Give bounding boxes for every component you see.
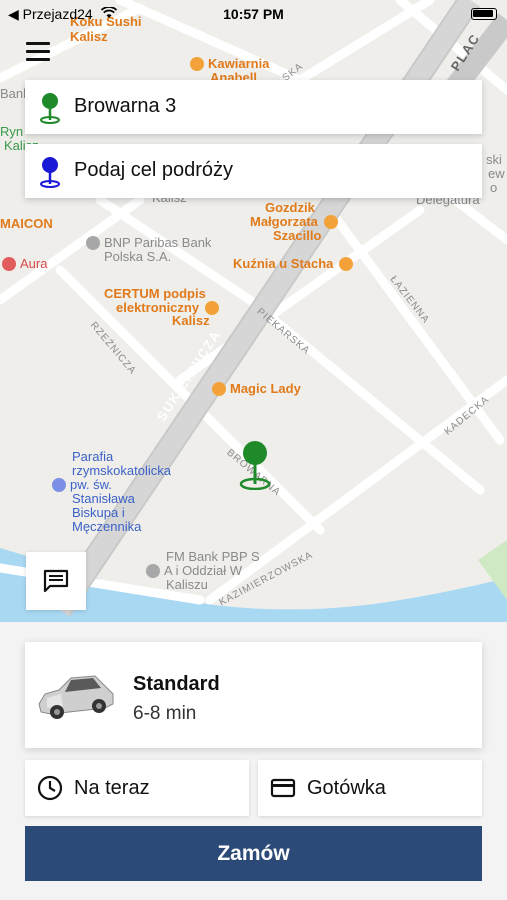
poi-partial-o: o bbox=[490, 180, 498, 195]
poi-parafia[interactable]: Parafia bbox=[72, 449, 113, 464]
payment-option-label: Gotówka bbox=[307, 777, 386, 799]
order-button[interactable]: Zamów bbox=[25, 826, 482, 881]
poi-kuznia-u-stacha[interactable]: Kuźnia u Stacha bbox=[233, 256, 357, 272]
destination-pin-icon bbox=[39, 156, 61, 193]
poi-partial-ski: ski bbox=[486, 152, 502, 167]
church-icon bbox=[52, 477, 66, 492]
poi-rynek-partial: Ryn bbox=[0, 124, 24, 139]
poi-partial-ew: ew bbox=[488, 166, 505, 181]
credit-card-icon bbox=[270, 778, 296, 798]
poi-fm-bank[interactable]: FM Bank PBP S bbox=[166, 549, 260, 564]
chat-button[interactable] bbox=[26, 552, 86, 610]
ride-eta: 6-8 min bbox=[133, 703, 197, 724]
menu-icon[interactable] bbox=[26, 42, 50, 62]
status-bar: ◀ Przejazd24 10:57 PM bbox=[0, 0, 507, 28]
restaurant-icon bbox=[339, 256, 354, 271]
time-option-button[interactable]: Na teraz bbox=[25, 760, 249, 816]
poi-gozdzik-surname: Szacillo bbox=[273, 228, 322, 243]
cafe-icon bbox=[190, 56, 204, 71]
poi-certum-line3: Kalisz bbox=[172, 313, 210, 328]
order-panel: Standard 6-8 min Na teraz Gotówka Zamów bbox=[0, 622, 507, 900]
bank-icon bbox=[86, 235, 100, 250]
aura-icon bbox=[2, 256, 16, 271]
bank-icon bbox=[146, 563, 160, 578]
poi-parafia-line6: Męczennika bbox=[72, 519, 142, 534]
poi-parafia-line4: Stanisława bbox=[72, 491, 135, 506]
poi-fm-bank-line3: Kaliszu bbox=[166, 577, 208, 592]
beauty-icon bbox=[212, 381, 226, 396]
pickup-pin-icon bbox=[39, 92, 61, 129]
pickup-map-marker-icon bbox=[239, 441, 271, 490]
poi-maicon[interactable]: MAICON bbox=[0, 216, 53, 231]
poi-koku-sushi-city: Kalisz bbox=[70, 29, 108, 44]
poi-gozdzik-malgorzata[interactable]: Gozdzik bbox=[265, 200, 315, 215]
pickup-location-field[interactable]: Browarna 3 bbox=[25, 80, 482, 134]
car-icon bbox=[38, 675, 114, 719]
ride-type-name: Standard bbox=[133, 673, 220, 695]
battery-icon bbox=[471, 8, 497, 20]
poi-aura[interactable]: Aura bbox=[2, 256, 47, 272]
clock: 10:57 PM bbox=[223, 6, 284, 22]
time-option-label: Na teraz bbox=[74, 777, 150, 799]
pickup-address: Browarna 3 bbox=[74, 95, 177, 117]
chat-icon bbox=[43, 569, 69, 593]
poi-bnp-paribas-name: Polska S.A. bbox=[104, 249, 172, 264]
shop-icon bbox=[323, 214, 338, 229]
poi-magic-lady[interactable]: Magic Lady bbox=[212, 381, 301, 397]
destination-field[interactable]: Podaj cel podróży bbox=[25, 144, 482, 198]
poi-certum[interactable]: CERTUM podpis bbox=[104, 286, 206, 301]
destination-placeholder: Podaj cel podróży bbox=[74, 159, 233, 181]
poi-parafia-line5: Biskupa i bbox=[72, 505, 125, 520]
poi-parafia-line2: rzymskokatolicka bbox=[72, 463, 171, 478]
payment-option-button[interactable]: Gotówka bbox=[258, 760, 482, 816]
clock-icon bbox=[37, 775, 63, 801]
ride-type-card[interactable]: Standard 6-8 min bbox=[25, 642, 482, 748]
